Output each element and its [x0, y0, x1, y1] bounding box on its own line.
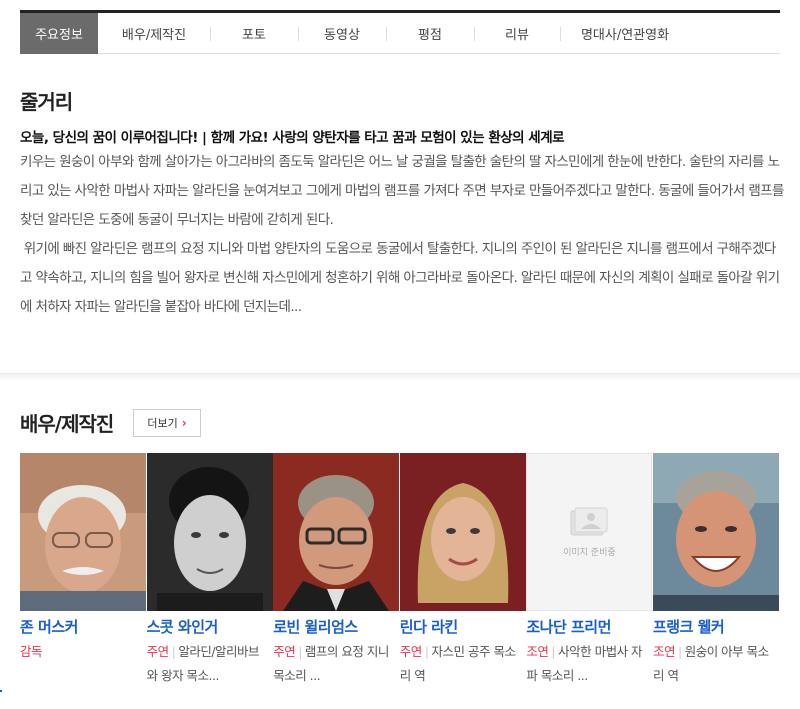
cast-role: 조연 | 원숭이 아부 목소리 역 — [653, 640, 780, 688]
cast-name[interactable]: 로빈 윌리엄스 — [273, 616, 400, 640]
cast-item: 존 머스커 감독 — [20, 453, 147, 688]
tab-main-info[interactable]: 주요정보 — [20, 12, 98, 54]
cast-role: 조연 | 사악한 마법사 자파 목소리 ... — [526, 640, 653, 688]
section-divider — [0, 373, 800, 381]
image-placeholder: 이미지 준비중 — [526, 453, 653, 611]
cast-photo[interactable] — [273, 453, 400, 611]
cast-name[interactable]: 존 머스커 — [20, 616, 147, 640]
cast-role: 감독 — [20, 640, 147, 664]
image-placeholder-icon — [570, 507, 608, 535]
portrait-smiling-man-image — [652, 453, 779, 611]
more-button[interactable]: 더보기 › — [133, 409, 201, 437]
role-separator: | — [424, 644, 429, 659]
tab-videos[interactable]: 동영상 — [298, 13, 386, 54]
cast-role: 주연 | 자스민 공주 목소리 역 — [400, 640, 527, 688]
cast-photo[interactable] — [20, 453, 146, 611]
synopsis-tagline: 오늘, 당신의 꿈이 이루어집니다! | 함께 가요! 사랑의 양탄자를 타고 … — [20, 130, 565, 146]
tab-bar: 주요정보 배우/제작진 포토 동영상 평점 리뷰 명대사/연관영화 — [20, 10, 780, 54]
cast-item: 로빈 윌리엄스 주연 | 램프의 요정 지니 목소리 ... — [273, 453, 400, 688]
cast-item: 스콧 와인거 주연 | 알라딘/알리바브와 왕자 목소... — [146, 453, 274, 688]
cast-name[interactable]: 조나단 프리먼 — [526, 616, 653, 640]
tab-cast-crew[interactable]: 배우/제작진 — [98, 13, 210, 54]
tab-photos[interactable]: 포토 — [210, 13, 298, 54]
cast-role-type: 주연 — [399, 644, 423, 659]
cast-item: 이미지 준비중 조나단 프리먼 조연 | 사악한 마법사 자파 목소리 ... — [526, 453, 653, 688]
portrait-man-glasses-suit-image — [273, 453, 400, 611]
tab-ratings[interactable]: 평점 — [386, 13, 474, 54]
image-placeholder-text: 이미지 준비중 — [563, 547, 616, 558]
cast-role-type: 조연 — [652, 644, 676, 659]
cast-name[interactable]: 스콧 와인거 — [147, 616, 274, 640]
tab-reviews[interactable]: 리뷰 — [474, 13, 560, 54]
cast-role-type: 주연 — [273, 644, 296, 659]
cast-photo[interactable] — [146, 453, 273, 611]
cast-role-type: 주연 — [146, 644, 170, 659]
portrait-blonde-woman-image — [399, 453, 526, 611]
cast-photo[interactable] — [399, 453, 526, 611]
cast-role-type: 조연 — [526, 644, 549, 659]
synopsis-title: 줄거리 — [20, 90, 73, 114]
cast-item: 린다 라킨 주연 | 자스민 공주 목소리 역 — [399, 453, 527, 688]
cast-item: 프랭크 웰커 조연 | 원숭이 아부 목소리 역 — [652, 453, 780, 688]
synopsis-body: 키우는 원숭이 아부와 함께 살아가는 아그라바의 좀도둑 알라딘은 어느 날 … — [20, 148, 785, 322]
cast-name[interactable]: 린다 라킨 — [400, 616, 527, 640]
cast-role-type: 감독 — [20, 644, 43, 659]
chevron-right-icon: › — [181, 416, 187, 430]
cast-photo[interactable]: 이미지 준비중 — [526, 453, 653, 611]
cast-role: 주연 | 알라딘/알리바브와 왕자 목소... — [147, 640, 274, 688]
role-separator: | — [298, 644, 302, 659]
decorative-dot — [0, 690, 2, 692]
cast-section-title: 배우/제작진 — [20, 412, 114, 436]
role-separator: | — [171, 644, 176, 659]
synopsis-paragraph: 위기에 빠진 알라딘은 램프의 요정 지니와 마법 양탄자의 도움으로 동굴에서… — [20, 241, 780, 315]
portrait-white-haired-man-glasses-image — [20, 453, 146, 611]
cast-photo[interactable] — [652, 453, 779, 611]
synopsis-paragraph: 키우는 원숭이 아부와 함께 살아가는 아그라바의 좀도둑 알라딘은 어느 날 … — [20, 154, 784, 228]
portrait-dark-haired-young-man-image — [146, 453, 273, 611]
cast-role: 주연 | 램프의 요정 지니 목소리 ... — [273, 640, 400, 688]
cast-list: 존 머스커 감독 스콧 와인거 주연|알라딘/알리바브와 왕자 목소... — [20, 453, 780, 688]
cast-name[interactable]: 프랭크 웰커 — [653, 616, 780, 640]
role-separator: | — [677, 644, 682, 659]
tab-quotes-related[interactable]: 명대사/연관영화 — [560, 13, 690, 54]
role-separator: | — [551, 644, 556, 659]
more-button-label: 더보기 — [147, 417, 178, 430]
